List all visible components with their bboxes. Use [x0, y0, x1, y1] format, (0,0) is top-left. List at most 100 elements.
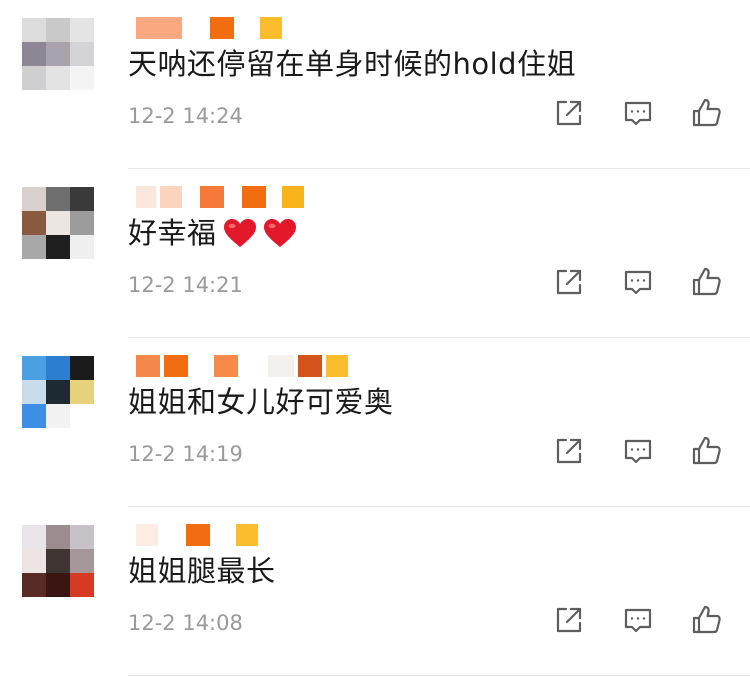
username-mosaic [242, 186, 266, 208]
username-mosaic [268, 355, 294, 377]
avatar[interactable] [22, 525, 94, 597]
comment-icon[interactable] [621, 434, 655, 468]
avatar-pixel [46, 549, 70, 573]
like-icon[interactable] [690, 265, 724, 299]
share-icon[interactable] [552, 96, 586, 130]
avatar-pixel [70, 380, 94, 404]
username-mosaic [260, 17, 282, 39]
comment-item: 好幸福 12-2 14:21 [0, 169, 750, 338]
username-mosaic [210, 17, 234, 39]
avatar-pixel [46, 525, 70, 549]
like-icon[interactable] [690, 603, 724, 637]
avatar-pixel [22, 187, 46, 211]
username-mosaic [282, 186, 304, 208]
avatar-pixel [22, 573, 46, 597]
like-icon[interactable] [690, 96, 724, 130]
avatar-pixel [46, 211, 70, 235]
avatar-pixel [46, 235, 70, 259]
heart-emoji-icon [263, 218, 297, 258]
comment-item: 姐姐腿最长 12-2 14:08 [0, 507, 750, 676]
comment-text: 好幸福 [128, 213, 297, 258]
username-mosaic [162, 524, 182, 546]
comment-item: 姐姐和女儿好可爱奥 12-2 14:19 [0, 338, 750, 507]
username-mosaic [186, 524, 210, 546]
comment-time: 12-2 14:24 [128, 104, 243, 128]
username-mosaic [136, 355, 160, 377]
comment-time: 12-2 14:08 [128, 611, 243, 635]
username-mosaic [228, 186, 238, 208]
comment-text: 姐姐和女儿好可爱奥 [128, 382, 394, 422]
avatar-pixel [22, 66, 46, 90]
avatar[interactable] [22, 18, 94, 90]
avatar-pixel [46, 380, 70, 404]
avatar-pixel [46, 187, 70, 211]
comment-text: 天呐还停留在单身时候的hold住姐 [128, 44, 576, 84]
username-mosaic [160, 186, 182, 208]
comment-icon[interactable] [621, 603, 655, 637]
avatar[interactable] [22, 356, 94, 428]
avatar-pixel [22, 404, 46, 428]
avatar-pixel [70, 211, 94, 235]
avatar-pixel [46, 18, 70, 42]
avatar-pixel [22, 211, 46, 235]
comment-item: 天呐还停留在单身时候的hold住姐 12-2 14:24 [0, 0, 750, 169]
avatar-pixel [70, 66, 94, 90]
username-mosaic [238, 17, 256, 39]
avatar-pixel [46, 66, 70, 90]
avatar-pixel [70, 549, 94, 573]
username-mosaic [136, 186, 156, 208]
comment-icon[interactable] [621, 96, 655, 130]
avatar-pixel [22, 235, 46, 259]
avatar-pixel [70, 18, 94, 42]
share-icon[interactable] [552, 603, 586, 637]
comment-text-value: 姐姐腿最长 [128, 554, 276, 588]
username-mosaic [214, 355, 238, 377]
comment-time: 12-2 14:19 [128, 442, 243, 466]
avatar-pixel [22, 525, 46, 549]
avatar-pixel [70, 187, 94, 211]
avatar-pixel [70, 235, 94, 259]
comment-text: 姐姐腿最长 [128, 551, 276, 591]
avatar-pixel [70, 404, 94, 428]
avatar-pixel [22, 42, 46, 66]
username-mosaic [192, 355, 210, 377]
username-mosaic [200, 186, 224, 208]
avatar-pixel [46, 404, 70, 428]
username-mosaic [298, 355, 322, 377]
avatar-pixel [22, 380, 46, 404]
username-mosaic [136, 524, 158, 546]
comment-icon[interactable] [621, 265, 655, 299]
avatar-pixel [22, 356, 46, 380]
avatar-pixel [22, 549, 46, 573]
username-mosaic [236, 524, 258, 546]
username-mosaic [186, 186, 196, 208]
comment-text-value: 姐姐和女儿好可爱奥 [128, 385, 394, 419]
share-icon[interactable] [552, 434, 586, 468]
avatar-pixel [46, 356, 70, 380]
username-mosaic [242, 355, 264, 377]
avatar-pixel [46, 573, 70, 597]
share-icon[interactable] [552, 265, 586, 299]
username-mosaic [214, 524, 232, 546]
username[interactable] [136, 523, 262, 547]
heart-emoji-icon [223, 218, 257, 258]
username-mosaic [326, 355, 348, 377]
username[interactable] [136, 185, 308, 209]
username-mosaic [186, 17, 206, 39]
like-icon[interactable] [690, 434, 724, 468]
username-mosaic [136, 17, 182, 39]
avatar-pixel [70, 525, 94, 549]
avatar-pixel [46, 42, 70, 66]
username-mosaic [270, 186, 278, 208]
avatar-pixel [70, 356, 94, 380]
avatar-pixel [22, 18, 46, 42]
username[interactable] [136, 16, 286, 40]
comment-text-value: 天呐还停留在单身时候的hold住姐 [128, 47, 577, 81]
username-mosaic [164, 355, 188, 377]
comment-text-value: 好幸福 [128, 216, 217, 250]
avatar-pixel [70, 573, 94, 597]
comment-time: 12-2 14:21 [128, 273, 243, 297]
avatar-pixel [70, 42, 94, 66]
avatar[interactable] [22, 187, 94, 259]
username[interactable] [136, 354, 352, 378]
